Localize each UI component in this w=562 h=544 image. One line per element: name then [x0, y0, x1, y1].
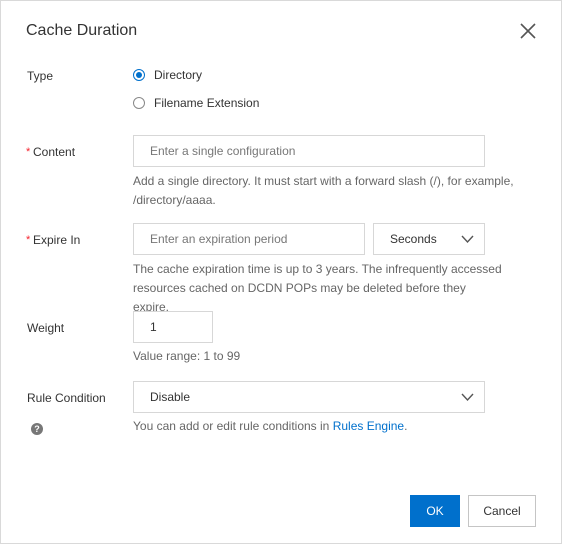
radio-directory-indicator[interactable]	[133, 69, 145, 81]
expire-label-text: Expire In	[33, 233, 81, 247]
rules-engine-link[interactable]: Rules Engine	[333, 419, 404, 433]
dialog-title: Cache Duration	[26, 22, 138, 39]
rule-condition-select[interactable]: Disable	[133, 381, 485, 413]
radio-filename-extension-indicator[interactable]	[133, 97, 145, 109]
radio-filename-extension-label: Filename Extension	[154, 96, 260, 110]
weight-label: Weight	[27, 321, 65, 335]
expire-unit-value: Seconds	[390, 232, 437, 246]
required-mark: *	[26, 234, 31, 246]
content-label-text: Content	[33, 145, 76, 159]
expire-unit-select[interactable]: Seconds	[373, 223, 485, 255]
type-label: Type	[27, 69, 54, 83]
close-icon[interactable]	[519, 22, 537, 40]
expire-help: The cache expiration time is up to 3 yea…	[133, 262, 502, 314]
chevron-down-icon	[461, 393, 474, 402]
content-help: Add a single directory. It must start wi…	[133, 174, 514, 207]
radio-filename-extension[interactable]: Filename Extension	[133, 94, 259, 112]
cancel-button[interactable]: Cancel	[468, 495, 536, 527]
ok-button[interactable]: OK	[410, 495, 460, 527]
content-input[interactable]: Enter a single configuration	[133, 135, 485, 167]
weight-input[interactable]: 1	[133, 311, 213, 343]
rule-condition-help-suffix: .	[404, 419, 408, 433]
weight-help: Value range: 1 to 99	[133, 349, 241, 363]
required-mark: *	[26, 146, 31, 158]
expire-input[interactable]: Enter an expiration period	[133, 223, 365, 255]
expire-label: * Expire In	[26, 232, 81, 248]
radio-directory[interactable]: Directory	[133, 66, 202, 84]
rule-condition-help-text: You can add or edit rule conditions in	[133, 419, 333, 433]
rule-condition-value: Disable	[150, 390, 191, 404]
question-circle-icon[interactable]: ?	[31, 423, 43, 435]
cache-duration-dialog: Cache Duration Type Directory Filename E…	[0, 0, 562, 544]
chevron-down-icon	[461, 235, 474, 244]
rule-condition-help: You can add or edit rule conditions in R…	[133, 417, 523, 436]
radio-directory-label: Directory	[154, 68, 203, 82]
content-label: * Content	[26, 144, 76, 160]
rule-condition-label: Rule Condition	[27, 391, 106, 405]
